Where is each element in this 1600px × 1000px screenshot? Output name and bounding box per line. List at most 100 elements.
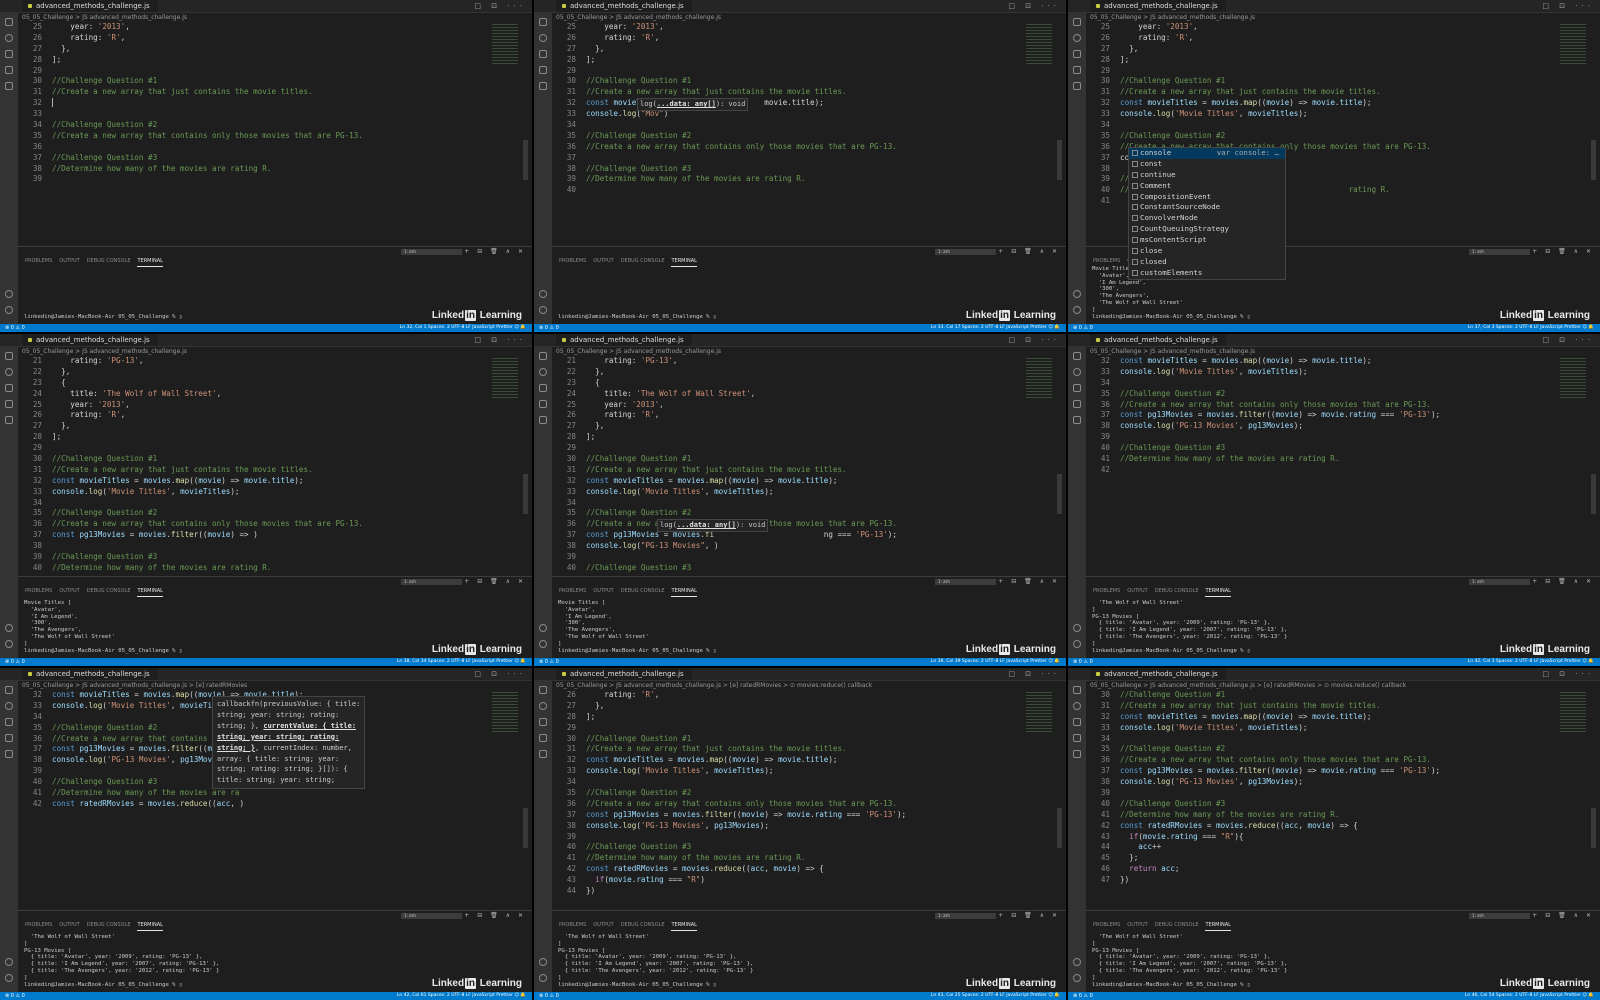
panel-tab-debug-console[interactable]: DEBUG CONSOLE	[621, 256, 665, 266]
status-bar-info[interactable]: Ln 38, Col 34 Spaces: 2 UTF-8 LF JavaScr…	[397, 658, 526, 666]
code-line[interactable]: 32const movieTitle movie.title);	[552, 98, 1054, 109]
editor-actions[interactable]: □ ⊡ ···	[474, 670, 526, 678]
explorer-icon[interactable]	[5, 686, 13, 694]
panel-tab-terminal[interactable]: TERMINAL	[137, 920, 163, 931]
editor-tab[interactable]: advanced_methods_challenge.js	[556, 668, 692, 680]
code-line[interactable]: 26 rating: 'R',	[552, 33, 1054, 44]
explorer-icon[interactable]	[539, 18, 547, 26]
editor-scrollbar[interactable]	[523, 474, 528, 514]
status-bar-info[interactable]: Ln 42, Col 61 Spaces: 2 UTF-8 LF JavaScr…	[397, 992, 526, 1000]
editor-scrollbar[interactable]	[1591, 474, 1596, 514]
code-line[interactable]: 33 console.log('Movie Titles', movieTitle…	[552, 766, 1054, 777]
code-line[interactable]: 29	[552, 723, 1054, 734]
code-line[interactable]: 26 rating: 'R',	[552, 410, 1054, 421]
code-line[interactable]: 29	[18, 66, 520, 77]
breadcrumb[interactable]: 05_05_Challenge > JS advanced_methods_ch…	[556, 13, 721, 22]
suggestion-item[interactable]: CompositionEvent	[1129, 192, 1285, 203]
code-line[interactable]: 28];	[18, 55, 520, 66]
source-control-icon[interactable]	[5, 718, 13, 726]
code-line[interactable]: 44})	[552, 886, 1054, 897]
code-line[interactable]: 42 const ratedRMovies = movies.reduce((ac…	[1086, 821, 1588, 832]
panel-tab-debug-console[interactable]: DEBUG CONSOLE	[621, 920, 665, 930]
minimap[interactable]	[1026, 24, 1052, 64]
editor-actions[interactable]: □ ⊡ ···	[474, 336, 526, 344]
extensions-icon[interactable]	[1073, 416, 1081, 424]
terminal-actions[interactable]: + ⊟ 🗑 ∧ ✕	[998, 248, 1060, 256]
code-line[interactable]: 40 //Challenge Question #3	[1086, 443, 1588, 454]
code-line[interactable]: 35 //Challenge Question #2	[1086, 131, 1588, 142]
breadcrumb[interactable]: 05_05_Challenge > JS advanced_methods_ch…	[22, 681, 247, 690]
terminal-actions[interactable]: + ⊟ 🗑 ∧ ✕	[998, 912, 1060, 920]
code-line[interactable]: 31 //Create a new array that just contain…	[1086, 701, 1588, 712]
run-debug-icon[interactable]	[5, 66, 13, 74]
gear-icon[interactable]	[1073, 974, 1081, 982]
code-line[interactable]: 36 //Create a new array that contains onl…	[552, 142, 1054, 153]
gear-icon[interactable]	[5, 640, 13, 648]
problems-indicator[interactable]: ⊗ 0 ⚠ 0	[1073, 658, 1093, 666]
code-line[interactable]: 41 //Determine how many of the movies are…	[1086, 454, 1588, 465]
code-line[interactable]: 25 year: '2013',	[18, 400, 520, 411]
code-line[interactable]: 35 //Challenge Question #2	[552, 788, 1054, 799]
source-control-icon[interactable]	[1073, 718, 1081, 726]
panel-tab-output[interactable]: OUTPUT	[593, 586, 613, 596]
code-line[interactable]: 32 const movieTitles = movies.map((movie)…	[18, 476, 520, 487]
code-line[interactable]: 24 title: 'The Wolf of Wall Street',	[552, 389, 1054, 400]
account-icon[interactable]	[539, 624, 547, 632]
editor-scrollbar[interactable]	[1591, 808, 1596, 848]
panel-tab-terminal[interactable]: TERMINAL	[137, 256, 163, 267]
panel-tab-output[interactable]: OUTPUT	[59, 920, 79, 930]
extensions-icon[interactable]	[1073, 82, 1081, 90]
code-line[interactable]: 34 //Challenge Question #2	[18, 120, 520, 131]
code-line[interactable]: 30 //Challenge Question #1	[18, 454, 520, 465]
status-bar-info[interactable]: Ln 33, Col 17 Spaces: 2 UTF-8 LF JavaScr…	[931, 324, 1060, 332]
code-line[interactable]: 43 if(movie.rating === "R")	[552, 875, 1054, 886]
code-line[interactable]: 31 //Create a new array that just contain…	[1086, 87, 1588, 98]
run-debug-icon[interactable]	[1073, 66, 1081, 74]
code-line[interactable]: 38 console.log("PG-13 Movies", )	[552, 541, 1054, 552]
search-icon[interactable]	[5, 368, 13, 376]
source-control-icon[interactable]	[1073, 384, 1081, 392]
minimap[interactable]	[492, 358, 518, 398]
code-line[interactable]: 27 },	[552, 44, 1054, 55]
terminal-actions[interactable]: + ⊟ 🗑 ∧ ✕	[1532, 578, 1594, 586]
editor-scrollbar[interactable]	[1057, 474, 1062, 514]
code-line[interactable]: 41 //Determine how many of the movies are…	[1086, 810, 1588, 821]
terminal-select[interactable]: 1: zsh	[935, 913, 996, 919]
code-line[interactable]: 26 rating: 'R',	[18, 410, 520, 421]
extensions-icon[interactable]	[1073, 750, 1081, 758]
panel-tab-terminal[interactable]: TERMINAL	[671, 920, 697, 931]
explorer-icon[interactable]	[539, 686, 547, 694]
suggestion-item[interactable]: continue	[1129, 170, 1285, 181]
search-icon[interactable]	[1073, 702, 1081, 710]
code-line[interactable]: 38 console.log('PG-13 Movies', pg13Movies…	[1086, 777, 1588, 788]
panel-tab-terminal[interactable]: TERMINAL	[1205, 586, 1231, 597]
status-bar-info[interactable]: Ln 46, Col 54 Spaces: 2 UTF-8 LF JavaScr…	[1465, 992, 1594, 1000]
code-line[interactable]: 32 const movieTitles = movies.map((movie)…	[1086, 98, 1588, 109]
code-line[interactable]: 29	[552, 443, 1054, 454]
code-line[interactable]: 29	[18, 443, 520, 454]
code-line[interactable]: 34	[1086, 120, 1588, 131]
code-line[interactable]: 39	[1086, 788, 1588, 799]
explorer-icon[interactable]	[5, 18, 13, 26]
code-line[interactable]: 31 //Create a new array that just contain…	[552, 744, 1054, 755]
code-line[interactable]: 41 //Determine how many of the movies are…	[18, 788, 520, 799]
problems-indicator[interactable]: ⊗ 0 ⚠ 0	[1073, 992, 1093, 1000]
minimap[interactable]	[1026, 358, 1052, 398]
code-line[interactable]: 30 //Challenge Question #1	[18, 76, 520, 87]
code-line[interactable]: 37const pg13Movies = movies.filter((movi…	[1086, 410, 1588, 421]
code-line[interactable]: 29	[1086, 66, 1588, 77]
code-line[interactable]: 34	[1086, 378, 1588, 389]
terminal-select[interactable]: 1: zsh	[401, 913, 462, 919]
source-control-icon[interactable]	[1073, 50, 1081, 58]
editor-tab[interactable]: advanced_methods_challenge.js	[22, 0, 158, 12]
code-line[interactable]: 31 //Create a new array that just contain…	[18, 465, 520, 476]
code-line[interactable]: 36 //Create a new array that contains onl…	[1086, 400, 1588, 411]
code-line[interactable]: 39	[18, 174, 520, 185]
code-line[interactable]: 37	[552, 153, 1054, 164]
autocomplete-suggestions[interactable]: console var console: … const continue Commen…	[1128, 147, 1286, 280]
code-line[interactable]: 40 //Determine how many of the movies are…	[18, 563, 520, 574]
code-line[interactable]: 41 //Determine how many of the movies are…	[552, 853, 1054, 864]
breadcrumb[interactable]: 05_05_Challenge > JS advanced_methods_ch…	[22, 347, 187, 356]
code-line[interactable]: 31 //Create a new array that just contain…	[552, 465, 1054, 476]
terminal-select[interactable]: 1: zsh	[935, 249, 996, 255]
